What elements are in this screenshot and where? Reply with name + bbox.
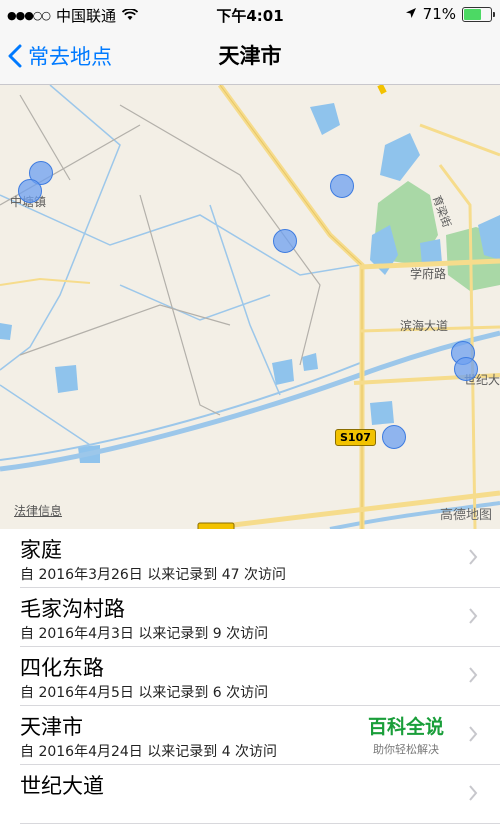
legal-info-link[interactable]: 法律信息 [14, 502, 62, 519]
location-subtitle: 自 2016年3月26日 以来记录到 47 次访问 [20, 567, 286, 583]
map-provider-logo: 高德地图 [439, 508, 492, 523]
map-base [0, 85, 500, 529]
list-item[interactable]: 四化东路 自 2016年4月5日 以来记录到 6 次访问 [20, 647, 500, 706]
chevron-right-icon [469, 549, 478, 565]
location-marker[interactable] [382, 425, 406, 449]
map-view[interactable]: 中塘镇 育梁街 学府路 滨海大道 世纪大 S107 法律信息 高德地图 [0, 85, 500, 529]
chevron-left-icon [8, 44, 22, 68]
status-bar: ●●●○○ 中国联通 下午4:01 71% [0, 0, 500, 28]
location-marker[interactable] [330, 174, 354, 198]
location-subtitle: 自 2016年4月24日 以来记录到 4 次访问 [20, 744, 278, 760]
location-title: 世纪大道 [20, 774, 104, 798]
location-title: 四化东路 [20, 656, 104, 680]
list-item[interactable]: 家庭 自 2016年3月26日 以来记录到 47 次访问 [20, 529, 500, 588]
map-label-binhai-avenue: 滨海大道 [400, 319, 449, 333]
location-title: 毛家沟村路 [20, 597, 125, 621]
battery-level [464, 8, 481, 20]
location-subtitle: 自 2016年4月5日 以来记录到 6 次访问 [20, 685, 269, 701]
location-list: 家庭 自 2016年3月26日 以来记录到 47 次访问 毛家沟村路 自 201… [0, 529, 500, 824]
location-services-icon [405, 5, 417, 23]
location-subtitle: 自 2016年4月3日 以来记录到 9 次访问 [20, 626, 269, 642]
list-item[interactable]: 毛家沟村路 自 2016年4月3日 以来记录到 9 次访问 [20, 588, 500, 647]
road-sign-s107: S107 [335, 429, 376, 446]
chevron-right-icon [469, 785, 478, 801]
list-item[interactable]: 世纪大道 [20, 765, 500, 824]
location-marker[interactable] [454, 357, 478, 381]
chevron-right-icon [469, 726, 478, 742]
location-marker[interactable] [18, 179, 42, 203]
battery-percent: 71% [422, 5, 456, 23]
watermark-subtitle: 助你轻松解决 [373, 743, 439, 756]
chevron-right-icon [469, 608, 478, 624]
map-label-xuefu-road: 学府路 [410, 267, 447, 281]
location-title: 家庭 [20, 538, 62, 562]
watermark-logo: 百科全说 助你轻松解决 [350, 712, 462, 764]
battery-icon [462, 6, 495, 22]
location-marker[interactable] [273, 229, 297, 253]
back-button[interactable]: 常去地点 [8, 28, 112, 84]
chevron-right-icon [469, 667, 478, 683]
back-button-label: 常去地点 [28, 45, 112, 69]
watermark-title: 百科全说 [367, 716, 444, 738]
location-title: 天津市 [20, 715, 83, 739]
navigation-bar: 常去地点 天津市 [0, 28, 500, 85]
